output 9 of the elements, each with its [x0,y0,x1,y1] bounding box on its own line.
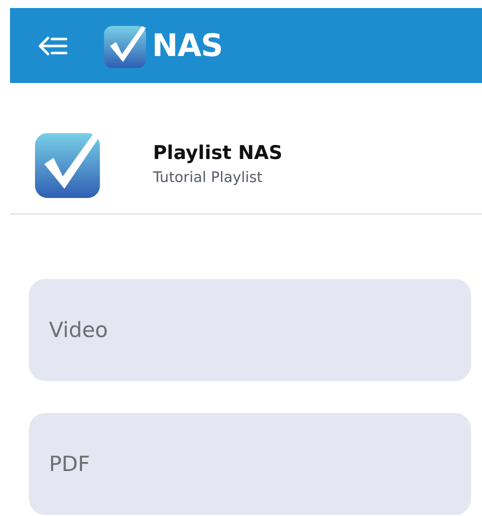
back-menu-icon [38,36,68,56]
option-card[interactable]: PDF [29,413,471,515]
playlist-subtitle: Tutorial Playlist [153,170,264,186]
checkmark-logo-icon [104,24,148,68]
option-card[interactable]: Video [29,279,471,381]
back-menu-button[interactable] [38,36,68,56]
playlist-title: Playlist NAS [153,142,282,164]
app-title: NAS [152,28,223,64]
checkmark-logo-icon [35,130,103,198]
